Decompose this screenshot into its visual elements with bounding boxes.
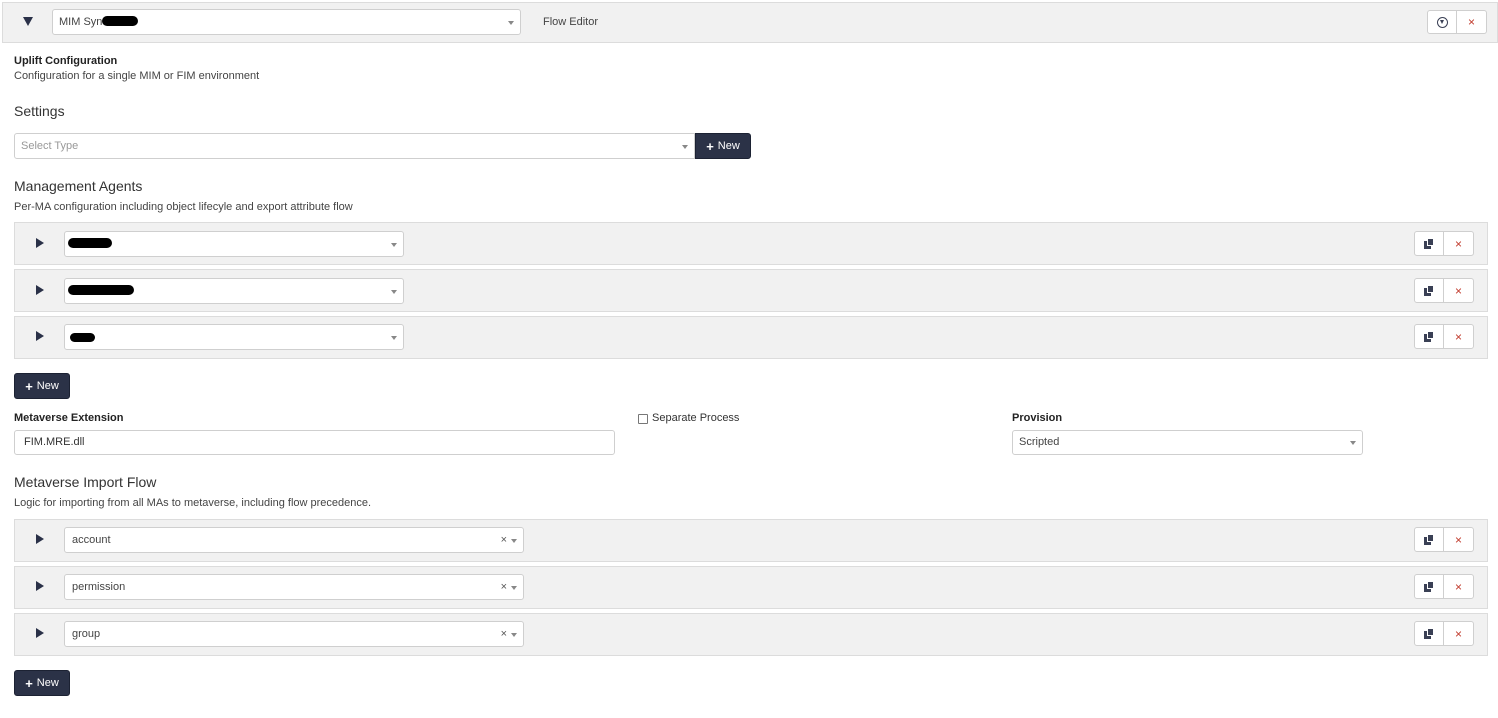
- expand-caret-icon[interactable]: [36, 628, 44, 638]
- separate-process-checkbox[interactable]: [638, 414, 648, 424]
- import-object-select[interactable]: account ×: [64, 527, 524, 553]
- flow-editor-link[interactable]: Flow Editor: [543, 16, 598, 28]
- uplift-description: Configuration for a single MIM or FIM en…: [14, 70, 260, 82]
- delete-ma-button[interactable]: ×: [1444, 324, 1474, 349]
- settings-heading: Settings: [14, 103, 65, 119]
- expand-caret-icon[interactable]: [36, 285, 44, 295]
- separate-process-label: Separate Process: [652, 412, 740, 424]
- provision-select-value: Scripted: [1019, 436, 1060, 448]
- close-icon: ×: [1454, 283, 1462, 298]
- environment-select-value: MIM Sync: [59, 16, 108, 28]
- provision-select[interactable]: Scripted: [1012, 430, 1363, 455]
- clear-icon[interactable]: ×: [501, 575, 507, 599]
- copy-icon: [1424, 331, 1434, 342]
- plus-icon: +: [25, 378, 33, 394]
- ma-select[interactable]: [64, 231, 404, 257]
- expand-caret-icon[interactable]: [36, 534, 44, 544]
- chevron-down-icon: [391, 290, 397, 294]
- uplift-title: Uplift Configuration: [14, 55, 118, 67]
- import-flow-heading: Metaverse Import Flow: [14, 474, 157, 490]
- chevron-down-icon: [508, 21, 514, 25]
- add-import-flow-label: New: [36, 677, 59, 689]
- management-agents-description: Per-MA configuration including object li…: [14, 201, 353, 213]
- settings-type-select[interactable]: Select Type: [14, 133, 695, 159]
- copy-import-button[interactable]: [1414, 527, 1444, 552]
- copy-ma-button[interactable]: [1414, 278, 1444, 303]
- download-icon: [1436, 16, 1448, 28]
- close-icon: ×: [1467, 15, 1475, 29]
- import-object-value: account: [72, 534, 111, 546]
- delete-ma-button[interactable]: ×: [1444, 278, 1474, 303]
- redaction-mark: [70, 333, 95, 342]
- metaverse-extension-label: Metaverse Extension: [14, 412, 124, 424]
- import-flow-description: Logic for importing from all MAs to meta…: [14, 497, 372, 509]
- chevron-down-icon: [391, 243, 397, 247]
- copy-icon: [1424, 238, 1434, 249]
- copy-icon: [1424, 581, 1434, 592]
- chevron-down-icon: [1350, 441, 1356, 445]
- import-object-select[interactable]: permission ×: [64, 574, 524, 600]
- close-icon: ×: [1454, 626, 1462, 641]
- copy-import-button[interactable]: [1414, 574, 1444, 599]
- provision-label: Provision: [1012, 412, 1063, 424]
- settings-type-placeholder: Select Type: [21, 140, 79, 152]
- copy-ma-button[interactable]: [1414, 324, 1444, 349]
- copy-icon: [1424, 628, 1434, 639]
- chevron-down-icon: [682, 145, 688, 149]
- expand-caret-icon[interactable]: [36, 581, 44, 591]
- import-object-value: group: [72, 628, 101, 640]
- close-icon: ×: [1454, 532, 1462, 547]
- chevron-down-icon: [511, 539, 517, 543]
- add-setting-label: New: [717, 140, 740, 152]
- import-object-select[interactable]: group ×: [64, 621, 524, 647]
- delete-import-button[interactable]: ×: [1444, 527, 1474, 552]
- management-agents-heading: Management Agents: [14, 178, 143, 194]
- plus-icon: +: [706, 138, 714, 154]
- expand-caret-icon[interactable]: [36, 331, 44, 341]
- import-object-value: permission: [72, 581, 126, 593]
- close-icon: ×: [1454, 579, 1462, 594]
- add-import-flow-button[interactable]: + New: [14, 670, 70, 696]
- close-icon: ×: [1454, 236, 1462, 251]
- chevron-down-icon: [391, 336, 397, 340]
- add-ma-button[interactable]: + New: [14, 373, 70, 399]
- delete-ma-button[interactable]: ×: [1444, 231, 1474, 256]
- add-ma-label: New: [36, 380, 59, 392]
- copy-import-button[interactable]: [1414, 621, 1444, 646]
- delete-import-button[interactable]: ×: [1444, 574, 1474, 599]
- metaverse-extension-input[interactable]: FIM.MRE.dll: [14, 430, 615, 455]
- clear-icon[interactable]: ×: [501, 528, 507, 552]
- plus-icon: +: [25, 675, 33, 691]
- expand-caret-icon[interactable]: [36, 238, 44, 248]
- delete-import-button[interactable]: ×: [1444, 621, 1474, 646]
- close-icon: ×: [1454, 329, 1462, 344]
- ma-select[interactable]: [64, 324, 404, 350]
- download-button[interactable]: [1427, 10, 1457, 34]
- redaction-mark: [68, 285, 134, 295]
- chevron-down-icon: [511, 633, 517, 637]
- copy-icon: [1424, 285, 1434, 296]
- clear-icon[interactable]: ×: [501, 622, 507, 646]
- redaction-mark: [68, 238, 112, 248]
- copy-ma-button[interactable]: [1414, 231, 1444, 256]
- redaction-mark: [102, 16, 138, 26]
- collapse-caret-icon[interactable]: [23, 17, 33, 26]
- add-setting-button[interactable]: + New: [695, 133, 751, 159]
- close-environment-button[interactable]: ×: [1457, 10, 1487, 34]
- copy-icon: [1424, 534, 1434, 545]
- chevron-down-icon: [511, 586, 517, 590]
